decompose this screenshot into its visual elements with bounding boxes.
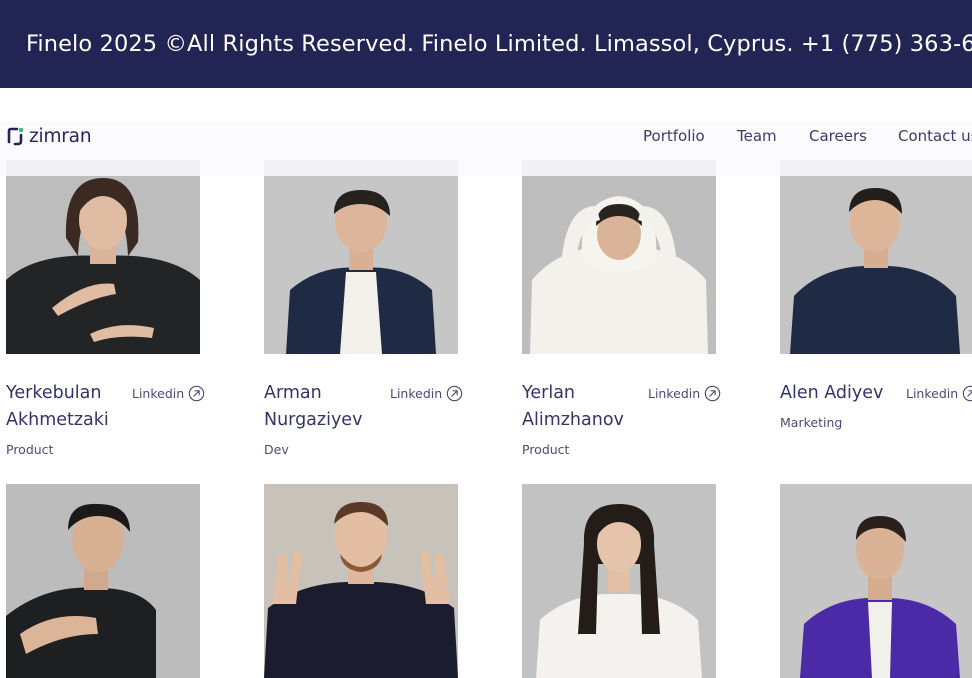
team-member-photo-7 [522,484,716,678]
team-member-name: Yerlan Alimzhanov [522,383,624,430]
zimran-logo[interactable]: zimran [6,124,92,148]
linkedin-link[interactable]: Linkedin [906,385,972,402]
team-member-photo-arman [264,160,458,354]
team-member-name: Yerkebulan Akhmetzaki [6,383,109,430]
linkedin-label: Linkedin [648,386,701,401]
team-member-photo-6 [264,484,458,678]
external-link-arrow-icon [446,385,463,402]
team-member-photo-yerlan [522,160,716,354]
team-member-photo-yerkebulan [6,160,200,354]
team-grid: Yerkebulan Akhmetzaki Linkedin Product A… [0,0,972,678]
nav-contact-us[interactable]: Contact us [898,127,972,145]
team-member-role: Product [6,442,54,457]
external-link-arrow-icon [962,385,972,402]
linkedin-label: Linkedin [132,386,185,401]
linkedin-link[interactable]: Linkedin [132,385,205,402]
team-member-name: Alen Adiyev [780,383,884,403]
linkedin-label: Linkedin [390,386,443,401]
team-member-role: Dev [264,442,289,457]
team-member-name: Arman Nurgaziyev [264,383,363,430]
linkedin-link[interactable]: Linkedin [390,385,463,402]
external-link-arrow-icon [188,385,205,402]
site-header: zimran Portfolio Team Careers Contact us [0,121,972,176]
linkedin-link[interactable]: Linkedin [648,385,721,402]
team-member-role: Marketing [780,415,843,430]
logo-wordmark: zimran [29,125,92,147]
team-member-photo-8 [780,484,972,678]
zimran-logo-icon [7,127,23,146]
team-member-photo-5 [6,484,200,678]
nav-careers[interactable]: Careers [809,127,867,145]
team-member-role: Product [522,442,570,457]
nav-team[interactable]: Team [737,127,777,145]
team-member-photo-alen [780,160,972,354]
nav-portfolio[interactable]: Portfolio [643,127,705,145]
external-link-arrow-icon [704,385,721,402]
linkedin-label: Linkedin [906,386,959,401]
